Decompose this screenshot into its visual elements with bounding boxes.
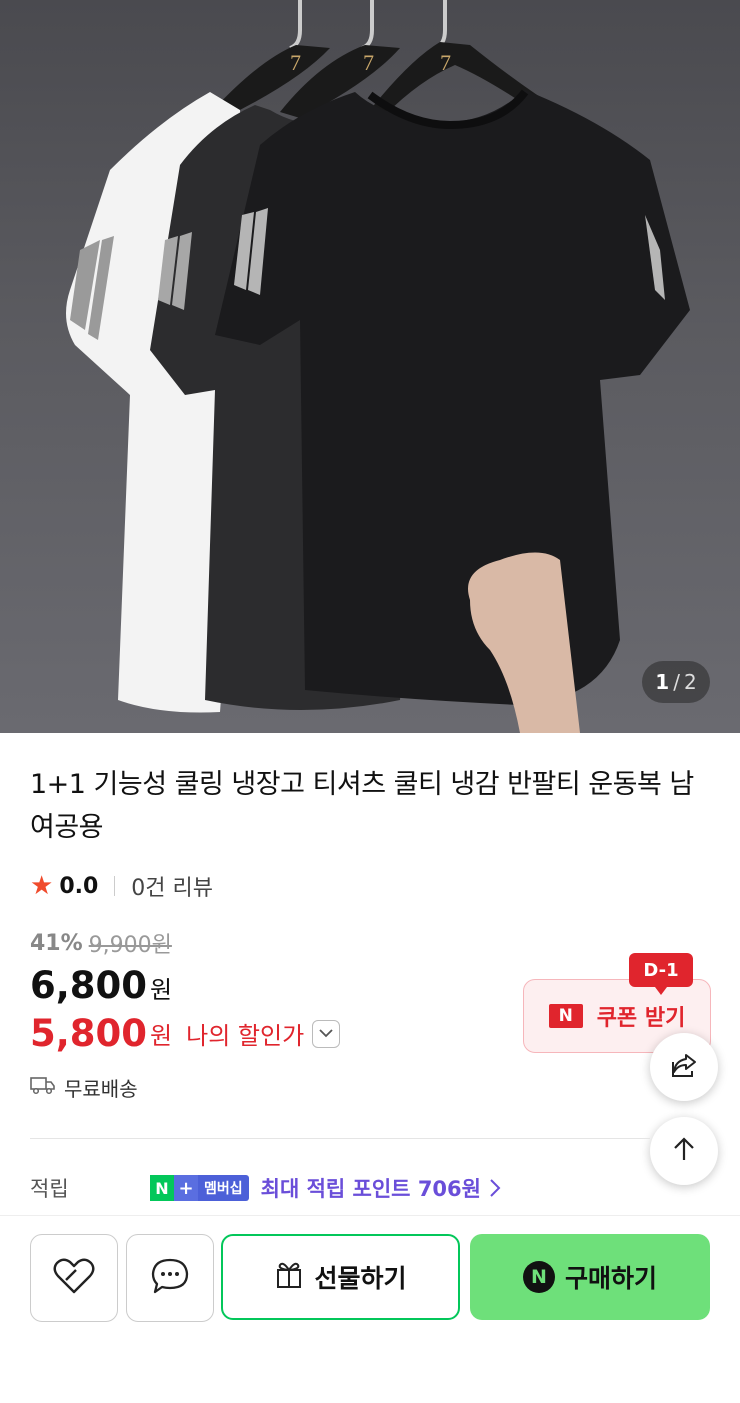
heart-icon [52,1256,96,1300]
rating-divider [114,876,116,896]
chevron-right-icon [489,1178,501,1198]
gift-label: 선물하기 [314,1264,407,1293]
naver-n-logo: N [548,1004,583,1028]
image-counter-current: 1 [655,670,670,694]
membership-text: 멤버십 [198,1175,249,1201]
naver-plus-membership-badge: N + 멤버십 [150,1175,249,1201]
gift-button[interactable]: 선물하기 [221,1234,460,1320]
rating-value: 0.0 [59,873,99,899]
hanger-logo-2: 7 [363,50,374,75]
share-button[interactable] [650,1033,718,1101]
points-label: 적립 [30,1177,69,1201]
gift-icon [274,1259,304,1295]
my-price-label: 나의 할인가 [186,1022,305,1050]
sale-price: 6,800 원 [30,964,172,1007]
hanger-logo-3: 7 [440,50,451,75]
share-icon [670,1052,698,1082]
image-counter-separator: / [673,670,680,694]
section-divider [30,1138,650,1139]
product-title: 1+1 기능성 쿨링 냉장고 티셔츠 쿨티 냉감 반팔티 운동복 남여공용 [30,769,694,843]
discount-row: 41% 9,900원 [30,927,172,959]
shipping-label: 무료배송 [64,1077,138,1101]
sale-price-unit: 원 [150,976,173,1004]
coupon-dday-badge: D-1 [629,953,693,995]
truck-icon [30,1075,56,1100]
tshirt-photo: 7 7 7 [66,0,690,733]
image-counter: 1 / 2 [642,661,710,703]
star-icon: ★ [30,871,54,901]
my-discount-price[interactable]: 5,800 원 나의 할인가 [30,1012,341,1055]
chevron-down-icon[interactable] [312,1019,341,1048]
discount-rate: 41% [30,930,83,956]
hanger-logo-1: 7 [290,50,301,75]
arrow-up-icon [672,1136,696,1166]
talk-talk-button[interactable] [126,1234,214,1322]
naver-pay-logo: N [522,1261,555,1293]
shipping-info: 무료배송 [30,1073,138,1102]
original-price: 9,900원 [88,933,172,958]
membership-plus: + [174,1175,198,1201]
my-price-unit: 원 [150,1022,173,1050]
bottom-action-bar: 선물하기 N 구매하기 [0,1234,740,1322]
wishlist-button[interactable] [30,1234,118,1322]
max-points-text: 최대 적립 포인트 706원 [260,1177,481,1201]
my-price-value: 5,800 [30,1012,148,1055]
review-count[interactable]: 0건 리뷰 [131,870,213,902]
image-counter-total: 2 [683,670,697,694]
buy-button[interactable]: N 구매하기 [470,1234,710,1320]
buy-label: 구매하기 [564,1264,657,1293]
coupon-label: 쿠폰 받기 [596,1006,686,1031]
sale-price-value: 6,800 [30,964,148,1007]
bottom-bar-divider [0,1215,740,1216]
rating-row[interactable]: ★ 0.0 0건 리뷰 [30,870,213,902]
product-image[interactable]: 7 7 7 1 / 2 [0,0,740,733]
points-row[interactable]: 적립 N + 멤버십 최대 적립 포인트 706원 [30,1170,710,1206]
chat-icon [150,1257,190,1299]
membership-n: N [150,1175,174,1201]
